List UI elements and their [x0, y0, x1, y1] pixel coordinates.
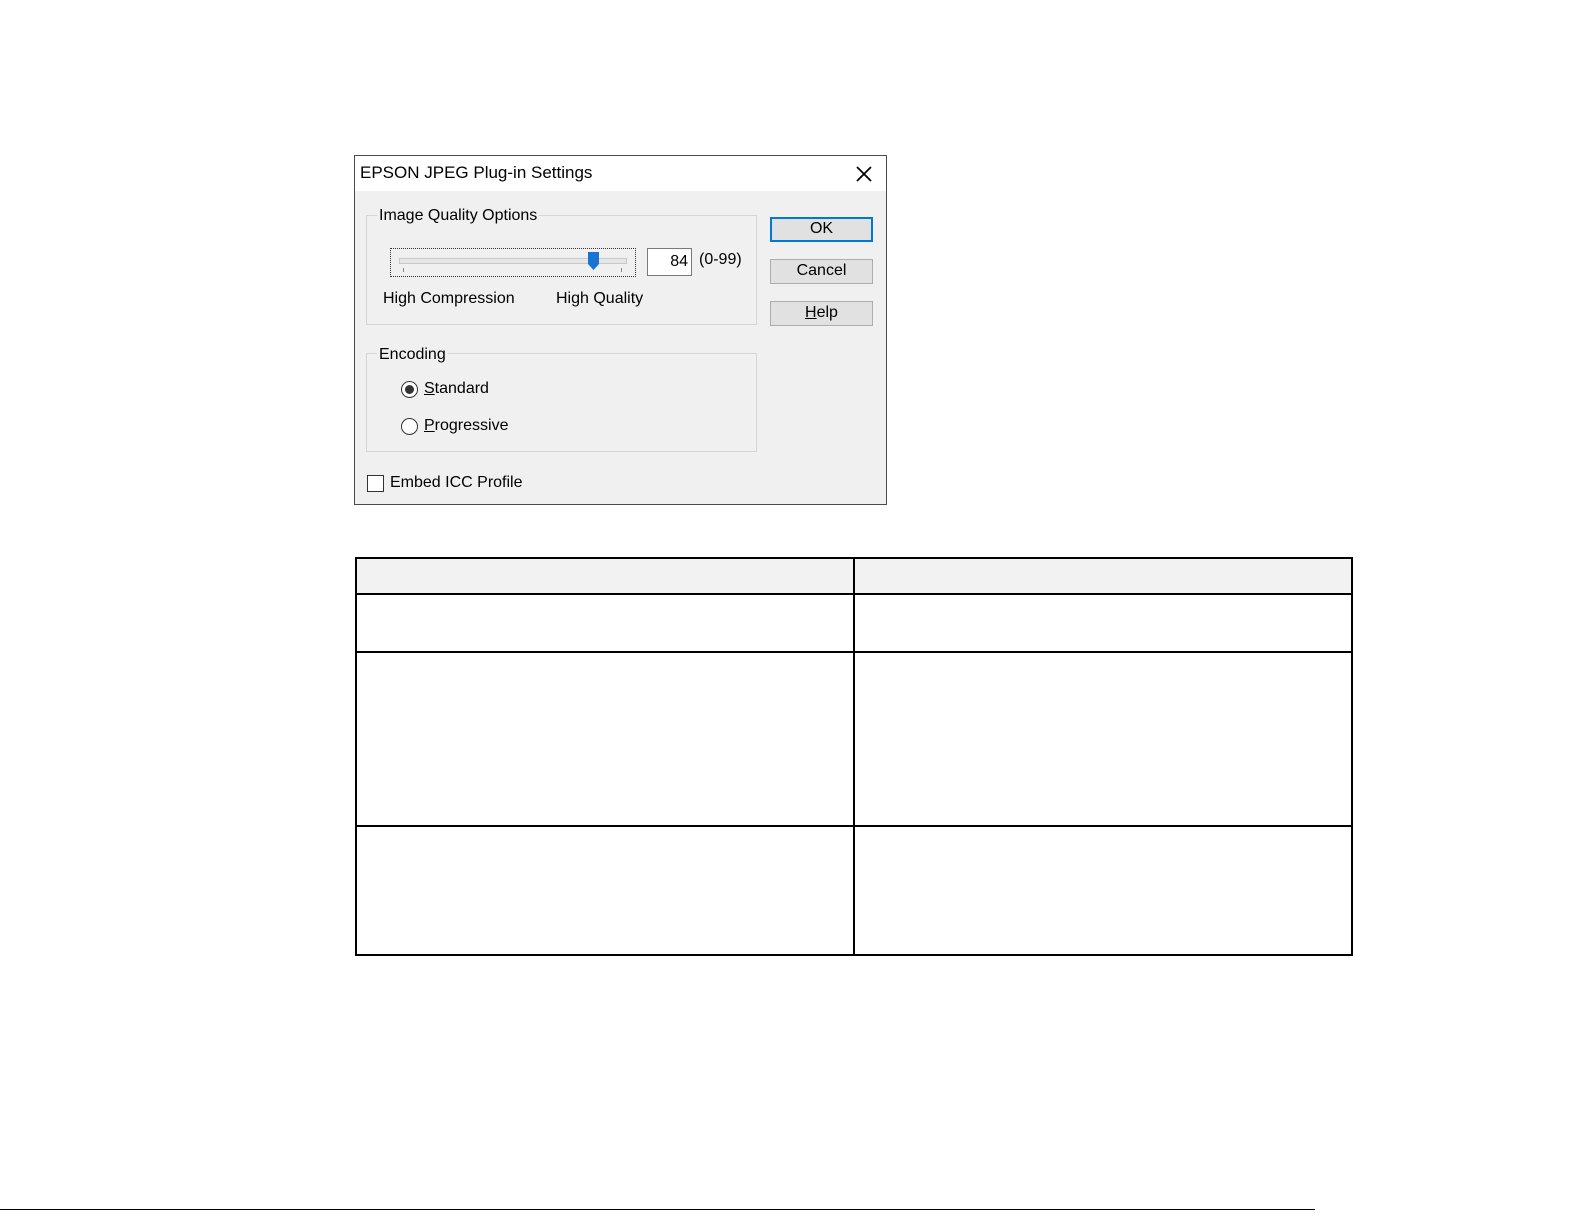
- options-table: [355, 557, 1353, 956]
- help-rest: elp: [816, 304, 838, 321]
- progressive-label[interactable]: Progressive: [424, 417, 508, 435]
- table-row: [355, 651, 1353, 827]
- standard-label[interactable]: Standard: [424, 380, 489, 398]
- dialog-title: EPSON JPEG Plug-in Settings: [360, 163, 593, 182]
- table-cell: [355, 825, 855, 956]
- quality-range-label: (0-99): [699, 251, 742, 268]
- quality-value-input[interactable]: 84: [647, 248, 692, 276]
- slider-tick: [403, 268, 404, 272]
- slider-tick: [621, 268, 622, 272]
- close-icon: [856, 166, 872, 182]
- embed-icc-checkbox[interactable]: [367, 475, 384, 492]
- standard-radio[interactable]: [401, 381, 418, 398]
- help-button[interactable]: Help: [770, 301, 873, 326]
- table-cell: [853, 651, 1353, 827]
- quality-slider[interactable]: [390, 248, 636, 277]
- table-row: [355, 593, 1353, 653]
- jpeg-settings-dialog: EPSON JPEG Plug-in Settings Image Qualit…: [354, 155, 887, 505]
- table-row: [355, 825, 1353, 956]
- radio-dot: [405, 385, 414, 394]
- progressive-rest: rogressive: [434, 417, 509, 434]
- progressive-accel: P: [424, 417, 435, 434]
- embed-icc-label[interactable]: Embed ICC Profile: [390, 474, 523, 492]
- standard-rest: tandard: [434, 380, 489, 397]
- close-button[interactable]: [842, 156, 886, 191]
- table-cell: [355, 651, 855, 827]
- page-bottom-rule: [0, 1209, 1315, 1210]
- encoding-group-label: Encoding: [377, 346, 448, 364]
- table-cell: [853, 825, 1353, 956]
- table-header-row: [355, 557, 1353, 595]
- help-accel: H: [805, 304, 817, 321]
- table-header-cell: [355, 557, 855, 595]
- cancel-button[interactable]: Cancel: [770, 259, 873, 284]
- table-cell: [355, 593, 855, 653]
- encoding-group: [366, 353, 757, 452]
- standard-accel: S: [424, 380, 435, 397]
- progressive-radio[interactable]: [401, 418, 418, 435]
- table-header-cell: [853, 557, 1353, 595]
- image-quality-group-label: Image Quality Options: [377, 207, 540, 225]
- title-bar: EPSON JPEG Plug-in Settings: [355, 156, 886, 191]
- high-compression-label: High Compression: [383, 290, 515, 307]
- table-cell: [853, 593, 1353, 653]
- high-quality-label: High Quality: [556, 290, 644, 307]
- ok-button[interactable]: OK: [770, 217, 873, 242]
- slider-thumb[interactable]: [587, 252, 599, 270]
